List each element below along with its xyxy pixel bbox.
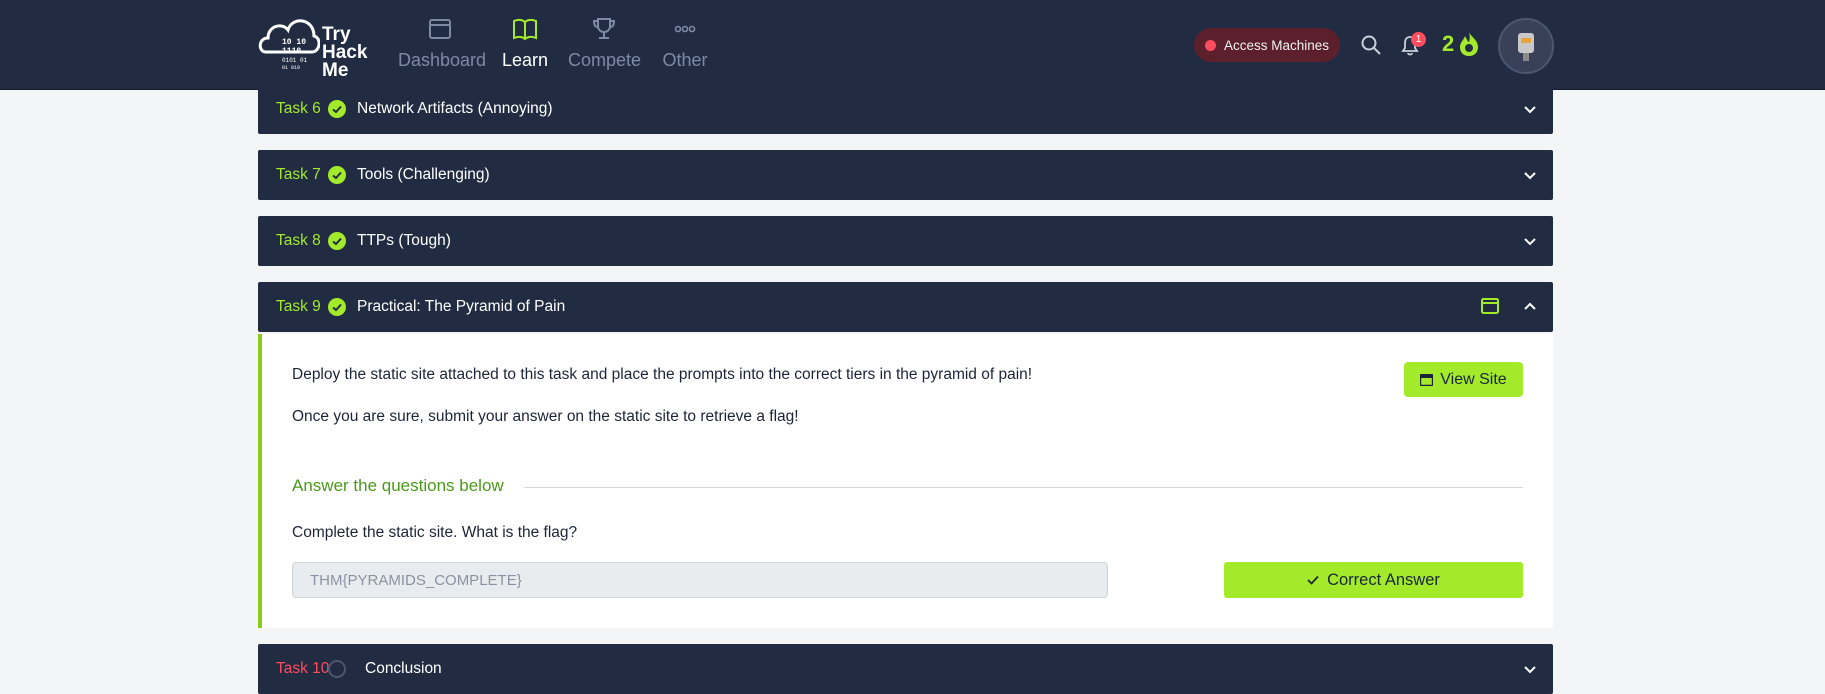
task-number: Task 6	[276, 100, 321, 117]
task-title: TTPs (Tough)	[357, 232, 451, 249]
page-scrollbar[interactable]	[1811, 90, 1825, 670]
answer-section-heading: Answer the questions below	[292, 476, 504, 495]
check-circle-icon	[328, 298, 346, 316]
view-site-button[interactable]: View Site	[1404, 362, 1523, 397]
chevron-down-icon[interactable]	[1523, 662, 1537, 676]
task-title: Network Artifacts (Annoying)	[357, 100, 553, 117]
correct-answer-label: Correct Answer	[1327, 570, 1440, 589]
task-instruction: Once you are sure, submit your answer on…	[292, 408, 799, 425]
task-title: Conclusion	[365, 660, 442, 677]
user-avatar[interactable]	[1498, 18, 1554, 74]
task-9-header[interactable]: Task 9 Practical: The Pyramid of Pain	[258, 282, 1553, 332]
browser-window-icon[interactable]	[1481, 298, 1499, 314]
answer-field[interactable]	[292, 562, 1108, 598]
svg-text:0101 01: 0101 01	[282, 57, 308, 64]
task-7-header[interactable]: Task 7 Tools (Challenging)	[258, 150, 1553, 200]
status-dot-icon	[1204, 39, 1216, 51]
nav-dashboard[interactable]: Dashboard	[398, 0, 487, 89]
flame-icon	[1460, 32, 1479, 56]
view-site-label: View Site	[1440, 370, 1507, 388]
check-circle-icon	[328, 100, 346, 118]
check-circle-icon	[328, 232, 346, 250]
task-number: Task 8	[276, 232, 321, 249]
more-icon	[674, 25, 696, 33]
nav-learn-label: Learn	[502, 50, 549, 70]
cloud-logo-icon: 10 10 1110 0101 01 01 010	[258, 19, 321, 71]
streak-count: 2	[1442, 31, 1455, 56]
task-description: Deploy the static site attached to this …	[292, 366, 1033, 383]
dashboard-icon	[429, 19, 451, 39]
nav-learn[interactable]: Learn	[502, 0, 548, 89]
chevron-down-icon[interactable]	[1523, 102, 1537, 116]
chevron-up-icon[interactable]	[1523, 300, 1537, 314]
task-title: Tools (Challenging)	[357, 166, 490, 183]
access-machines-label: Access Machines	[1223, 37, 1330, 53]
trophy-icon	[592, 18, 616, 39]
task-title: Practical: The Pyramid of Pain	[357, 298, 566, 315]
incomplete-circle-icon	[328, 660, 346, 678]
nav-other[interactable]: Other	[660, 0, 710, 89]
task-8-header[interactable]: Task 8 TTPs (Tough)	[258, 216, 1553, 266]
nav-compete[interactable]: Compete	[568, 0, 642, 89]
notification-badge: 1	[1411, 32, 1426, 47]
question-text: Complete the static site. What is the fl…	[292, 524, 578, 541]
book-icon	[513, 18, 537, 41]
svg-text:1110: 1110	[282, 47, 301, 56]
tryhackme-logo[interactable]: 10 10 1110 0101 01 01 010 Try Hack Me	[256, 8, 376, 80]
browser-window-icon	[1420, 373, 1434, 386]
streak-counter[interactable]: 2	[1442, 31, 1480, 57]
task-10-header[interactable]: Task 10 Conclusion	[258, 644, 1553, 694]
chevron-down-icon[interactable]	[1523, 168, 1537, 182]
task-number: Task 10	[276, 660, 330, 677]
search-icon[interactable]	[1360, 34, 1382, 56]
logo-wordmark: Try Hack Me	[322, 24, 368, 81]
task-number: Task 9	[276, 298, 321, 315]
task-6-header[interactable]: Task 6 Network Artifacts (Annoying)	[258, 84, 1553, 134]
check-circle-icon	[328, 166, 346, 184]
avatar-image-icon	[1518, 33, 1534, 61]
top-navbar: 10 10 1110 0101 01 01 010 Try Hack Me Da…	[0, 0, 1825, 90]
nav-compete-label: Compete	[568, 50, 642, 70]
correct-answer-button[interactable]: Correct Answer	[1224, 562, 1523, 598]
access-machines-button[interactable]: Access Machines	[1194, 28, 1340, 62]
task-number: Task 7	[276, 166, 321, 183]
svg-text:10 10: 10 10	[282, 38, 306, 47]
checkmark-icon	[1307, 575, 1319, 585]
task-9-content: Deploy the static site attached to this …	[258, 334, 1553, 628]
divider	[524, 487, 1523, 488]
svg-text:01 010: 01 010	[282, 65, 300, 71]
nav-dashboard-label: Dashboard	[398, 50, 487, 70]
nav-other-label: Other	[662, 50, 708, 70]
chevron-down-icon[interactable]	[1523, 234, 1537, 248]
